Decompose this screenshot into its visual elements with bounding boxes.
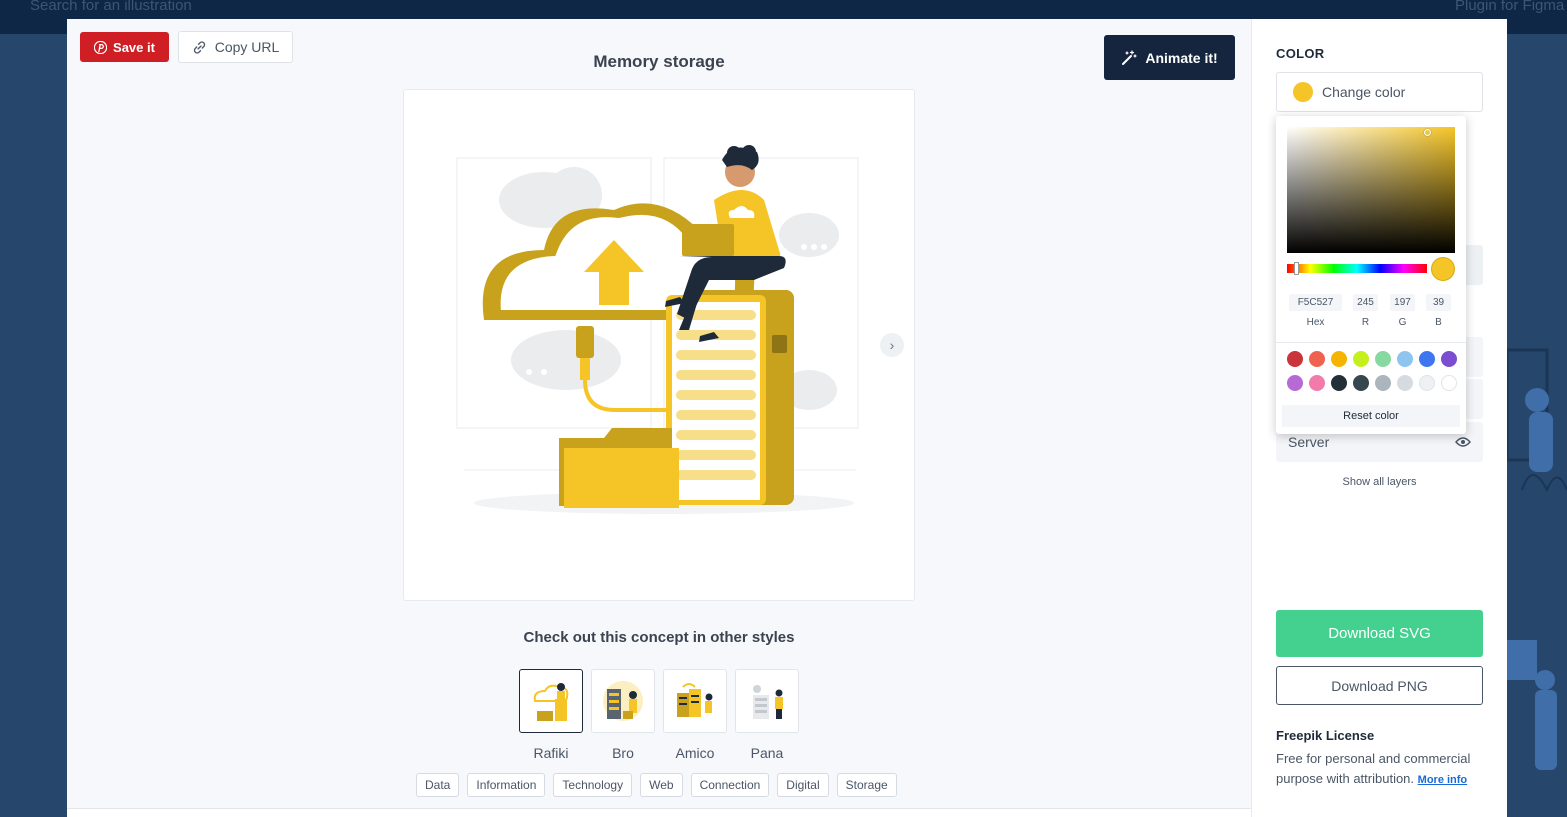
main-pane: Save it Copy URL Animate it! Memory stor… [67,19,1251,817]
next-illustration-button[interactable]: › [880,333,904,357]
amico-thumbnail-image [677,683,713,717]
hue-slider[interactable] [1287,264,1427,273]
style-selector: Rafiki Bro Amico Pana [519,669,799,761]
change-color-button[interactable]: Change color [1276,72,1483,112]
background-illustration [1507,348,1567,770]
blue-label: B [1435,317,1442,328]
green-input[interactable]: 197 [1390,294,1415,311]
color-picker-popover: F5C527 245 197 39 Hex R G B Reset color [1276,116,1466,434]
page-title: Memory storage [593,52,725,71]
color-swatch[interactable] [1309,351,1325,367]
style-thumbnail[interactable] [735,669,799,733]
color-swatch[interactable] [1375,351,1391,367]
style-thumbnail[interactable] [591,669,655,733]
style-thumbnail[interactable] [663,669,727,733]
saturation-value-area[interactable] [1287,127,1455,253]
style-option-bro[interactable]: Bro [591,669,655,761]
background-plugin-text: Plugin for Figma [1455,0,1565,14]
download-svg-button[interactable]: Download SVG [1276,610,1483,657]
style-option-amico[interactable]: Amico [663,669,727,761]
tag-list: Data Information Technology Web Connecti… [416,773,897,797]
style-option-pana[interactable]: Pana [735,669,799,761]
hex-label: Hex [1306,317,1325,328]
style-option-rafiki[interactable]: Rafiki [519,669,583,761]
style-label: Bro [612,745,634,761]
pana-thumbnail-image [753,685,783,719]
tag-information[interactable]: Information [467,773,546,797]
eye-icon[interactable] [1455,436,1471,448]
style-label: Amico [675,745,715,761]
color-swatch[interactable] [1287,375,1303,391]
color-swatch[interactable] [1287,351,1303,367]
color-swatch[interactable] [1331,351,1347,367]
tag-digital[interactable]: Digital [777,773,829,797]
color-swatch[interactable] [1441,375,1457,391]
download-png-button[interactable]: Download PNG [1276,666,1483,705]
other-styles-heading: Check out this concept in other styles [523,629,795,646]
license-title: Freepik License [1276,728,1375,743]
hex-input[interactable]: F5C527 [1289,294,1342,311]
red-input[interactable]: 245 [1353,294,1378,311]
chevron-right-icon: › [889,337,895,353]
more-info-link[interactable]: More info [1418,774,1468,786]
color-swatch[interactable] [1309,375,1325,391]
hue-slider-handle[interactable] [1294,262,1299,275]
current-color-swatch [1293,82,1313,102]
picker-divider [1276,342,1466,343]
color-swatch[interactable] [1419,351,1435,367]
color-swatch[interactable] [1331,375,1347,391]
style-label: Rafiki [533,745,569,761]
selected-color-preview [1431,257,1455,281]
saturation-handle[interactable] [1424,129,1431,136]
tag-data[interactable]: Data [416,773,460,797]
tag-connection[interactable]: Connection [690,773,770,797]
background-search-text: Search for an illustration [30,0,192,14]
license-text: Free for personal and commercial purpose… [1276,749,1491,790]
tag-web[interactable]: Web [640,773,683,797]
green-label: G [1398,317,1407,328]
color-swatch[interactable] [1397,351,1413,367]
tag-technology[interactable]: Technology [553,773,633,797]
rafiki-thumbnail-image [533,683,569,721]
illustration-preview [403,89,915,601]
bro-thumbnail-image [603,681,643,721]
color-swatch[interactable] [1353,351,1369,367]
reset-color-button[interactable]: Reset color [1282,405,1460,427]
layer-label: Server [1288,434,1330,450]
preset-swatches [1287,351,1457,391]
color-swatch[interactable] [1353,375,1369,391]
color-heading: COLOR [1276,46,1325,61]
show-all-layers-link[interactable]: Show all layers [1276,476,1483,488]
modal-bottom-edge [67,808,1251,817]
color-swatch[interactable] [1419,375,1435,391]
memory-storage-illustration [456,145,859,514]
blue-input[interactable]: 39 [1426,294,1451,311]
tag-storage[interactable]: Storage [836,773,897,797]
style-thumbnail[interactable] [519,669,583,733]
color-swatch[interactable] [1441,351,1457,367]
red-label: R [1361,317,1370,328]
color-swatch[interactable] [1375,375,1391,391]
change-color-label: Change color [1322,84,1406,100]
style-label: Pana [750,745,784,761]
color-swatch[interactable] [1397,375,1413,391]
